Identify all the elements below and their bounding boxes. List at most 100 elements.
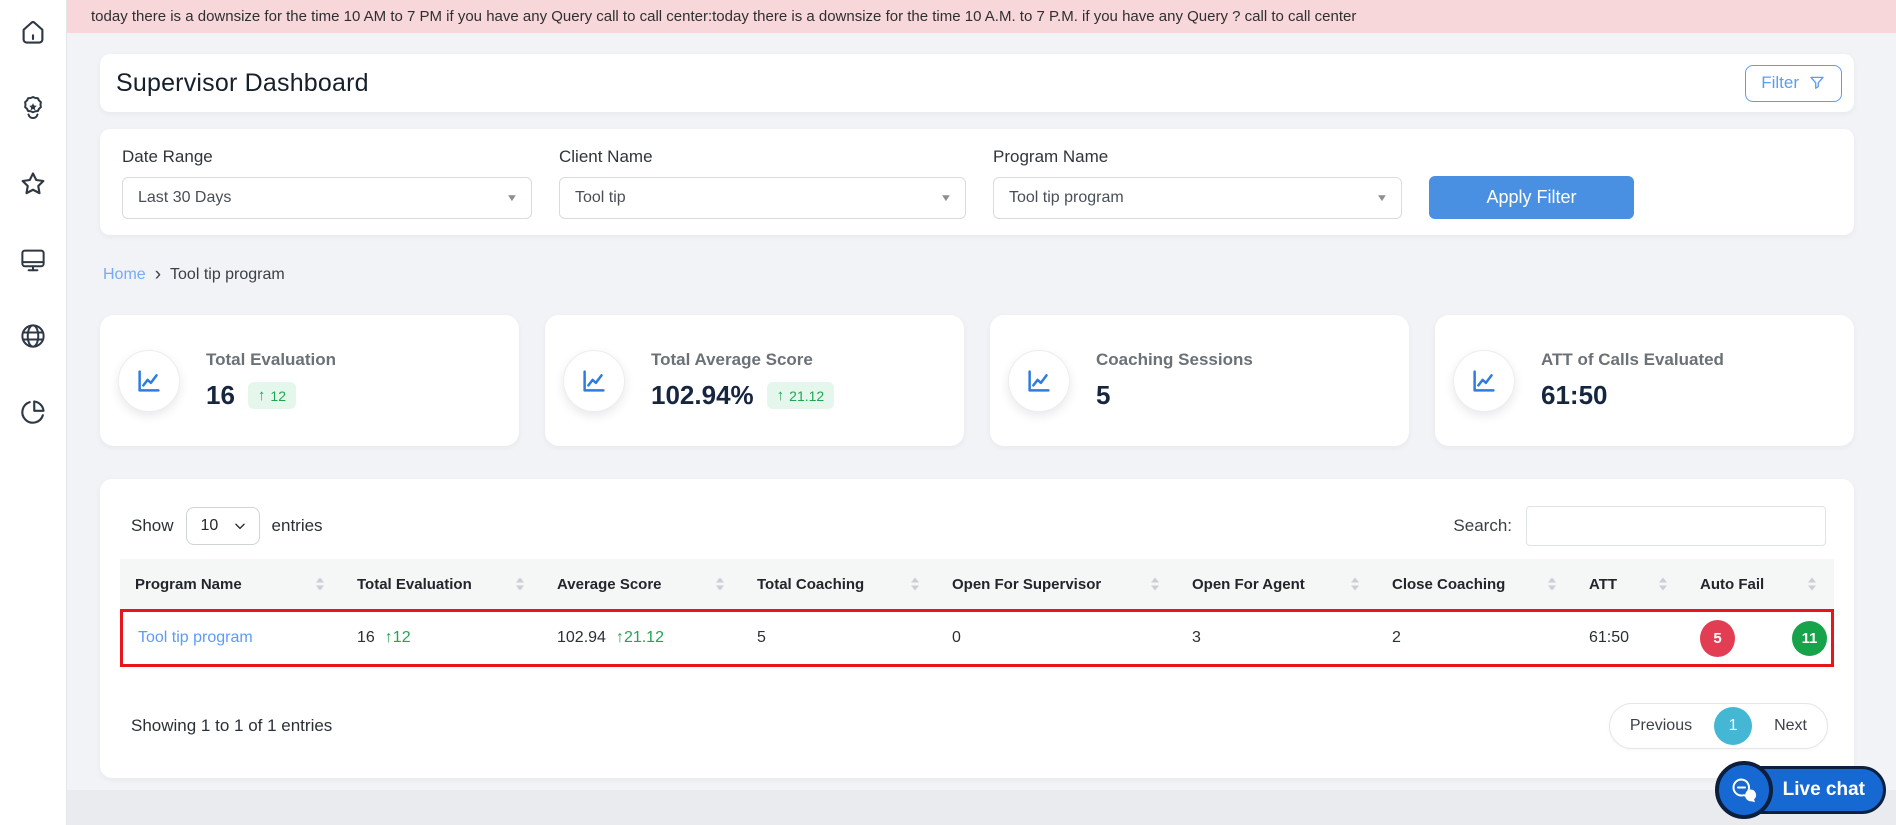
up-arrow-icon: ↑ bbox=[776, 387, 785, 404]
delta-value: 12 bbox=[392, 629, 411, 646]
app-root: today there is a downsize for the time 1… bbox=[0, 0, 1896, 825]
stat-body: Coaching Sessions 5 bbox=[1096, 350, 1253, 411]
delta-value: 21.12 bbox=[623, 629, 664, 646]
page-number-button[interactable]: 1 bbox=[1714, 707, 1753, 745]
column-header-total-evaluation[interactable]: Total Evaluation bbox=[342, 559, 542, 609]
star-icon bbox=[21, 172, 45, 195]
stat-label: Coaching Sessions bbox=[1096, 350, 1253, 369]
column-label: ATT bbox=[1589, 575, 1618, 593]
sort-icon bbox=[1659, 577, 1667, 591]
program-name-select[interactable]: Tool tip program ▼ bbox=[993, 177, 1402, 219]
column-label: Program Name bbox=[135, 575, 242, 593]
column-header-program-name[interactable]: Program Name bbox=[120, 559, 342, 609]
announcement-banner: today there is a downsize for the time 1… bbox=[67, 0, 1896, 33]
sidebar-item-reports[interactable] bbox=[17, 396, 49, 428]
breadcrumb-home-link[interactable]: Home bbox=[103, 266, 146, 284]
stat-body: Total Evaluation 16 ↑ 12 bbox=[206, 350, 336, 411]
stat-value: 61:50 bbox=[1541, 380, 1608, 410]
auto-pass-badge: 11 bbox=[1792, 620, 1827, 656]
chevron-down-icon: ▼ bbox=[939, 192, 953, 204]
programs-table: Program Name Total Evaluation Average Sc… bbox=[120, 559, 1834, 667]
delta-up: ↑21.12 bbox=[616, 629, 664, 646]
delta-badge: ↑ 12 bbox=[247, 382, 296, 409]
entries-summary: Showing 1 to 1 of 1 entries bbox=[131, 716, 333, 735]
delta-badge: ↑ 21.12 bbox=[766, 382, 835, 409]
home-icon bbox=[22, 21, 44, 44]
date-range-label: Date Range bbox=[122, 147, 213, 166]
column-label: Auto Fail bbox=[1700, 575, 1765, 593]
program-name-link[interactable]: Tool tip program bbox=[138, 629, 253, 646]
search-input[interactable] bbox=[1526, 506, 1826, 546]
stat-label: Total Average Score bbox=[651, 350, 813, 369]
att-value: 61:50 bbox=[1589, 629, 1630, 646]
stat-card-coaching-sessions: Coaching Sessions 5 bbox=[990, 315, 1409, 446]
line-chart-icon bbox=[118, 349, 180, 412]
table-header-row: Program Name Total Evaluation Average Sc… bbox=[120, 559, 1834, 609]
globe-icon bbox=[21, 324, 45, 348]
column-header-total-coaching[interactable]: Total Coaching bbox=[742, 559, 937, 609]
monitor-icon bbox=[21, 249, 45, 272]
main-area: today there is a downsize for the time 1… bbox=[67, 0, 1896, 790]
sort-icon bbox=[1808, 577, 1816, 591]
sort-icon bbox=[316, 577, 324, 591]
sidebar-item-home[interactable] bbox=[17, 16, 49, 48]
page-size-group: Show 10 entries bbox=[131, 507, 323, 545]
page-size-select[interactable]: 10 bbox=[185, 507, 260, 545]
column-label: Open For Supervisor bbox=[952, 575, 1102, 593]
breadcrumb: Home › Tool tip program bbox=[103, 265, 1854, 284]
column-header-average-score[interactable]: Average Score bbox=[542, 559, 742, 609]
apply-filter-button[interactable]: Apply Filter bbox=[1429, 176, 1634, 219]
page-header: Supervisor Dashboard Filter bbox=[100, 54, 1854, 112]
sort-icon bbox=[716, 577, 724, 591]
sort-icon bbox=[1151, 577, 1159, 591]
total-evaluation-value: 16 bbox=[357, 629, 375, 646]
date-range-select[interactable]: Last 30 Days ▼ bbox=[122, 177, 532, 219]
program-name-value: Tool tip program bbox=[1009, 189, 1124, 206]
next-page-button[interactable]: Next bbox=[1754, 717, 1827, 735]
sidebar-item-agent[interactable] bbox=[17, 92, 49, 124]
sidebar-item-monitor[interactable] bbox=[17, 244, 49, 276]
program-name-label: Program Name bbox=[993, 147, 1109, 166]
filter-button[interactable]: Filter bbox=[1745, 64, 1842, 102]
filter-panel: Date Range Last 30 Days ▼ Client Name To… bbox=[100, 129, 1854, 235]
live-chat-button[interactable]: Live chat bbox=[1714, 761, 1886, 819]
stat-body: Total Average Score 102.94% ↑ 21.12 bbox=[651, 350, 835, 411]
up-arrow-icon: ↑ bbox=[384, 629, 393, 646]
delta-value: 12 bbox=[270, 387, 286, 404]
page-size-value: 10 bbox=[200, 517, 219, 534]
stat-label: Total Evaluation bbox=[206, 350, 337, 369]
search-group: Search: bbox=[1453, 506, 1826, 546]
program-name-group: Program Name Tool tip program ▼ bbox=[993, 147, 1402, 219]
auto-fail-badge: 5 bbox=[1700, 619, 1735, 657]
table-panel: Show 10 entries Search: Program Name Tot… bbox=[100, 479, 1854, 778]
up-arrow-icon: ↑ bbox=[615, 629, 624, 646]
funnel-icon bbox=[1810, 76, 1824, 89]
column-header-att[interactable]: ATT bbox=[1574, 559, 1685, 609]
column-label: Close Coaching bbox=[1392, 575, 1506, 593]
column-header-auto-fail[interactable]: Auto Fail bbox=[1685, 559, 1834, 609]
column-label: Total Coaching bbox=[757, 575, 865, 593]
client-name-value: Tool tip bbox=[575, 189, 626, 206]
sidebar-item-favorites[interactable] bbox=[17, 168, 49, 200]
delta-up: ↑12 bbox=[385, 629, 411, 646]
previous-page-button[interactable]: Previous bbox=[1610, 717, 1712, 735]
column-header-open-for-supervisor[interactable]: Open For Supervisor bbox=[937, 559, 1177, 609]
delta-value: 21.12 bbox=[789, 387, 825, 404]
stat-body: ATT of Calls Evaluated 61:50 bbox=[1541, 350, 1724, 411]
stat-card-att-of-calls: ATT of Calls Evaluated 61:50 bbox=[1435, 315, 1854, 446]
column-header-open-for-agent[interactable]: Open For Agent bbox=[1177, 559, 1377, 609]
pagination: Previous 1 Next bbox=[1608, 703, 1828, 749]
client-name-select[interactable]: Tool tip ▼ bbox=[559, 177, 966, 219]
client-name-label: Client Name bbox=[559, 147, 653, 166]
sidebar-item-global[interactable] bbox=[17, 320, 49, 352]
total-coaching-value: 5 bbox=[757, 629, 766, 646]
column-header-close-coaching[interactable]: Close Coaching bbox=[1377, 559, 1574, 609]
filter-button-label: Filter bbox=[1761, 73, 1799, 92]
chevron-down-icon bbox=[234, 523, 245, 530]
close-coaching-value: 2 bbox=[1392, 629, 1401, 646]
stat-value: 5 bbox=[1096, 380, 1111, 410]
line-chart-icon bbox=[563, 349, 625, 412]
sort-icon bbox=[1351, 577, 1359, 591]
table-footer: Showing 1 to 1 of 1 entries Previous 1 N… bbox=[120, 703, 1834, 749]
stat-cards: Total Evaluation 16 ↑ 12 Total Average Sc… bbox=[100, 315, 1854, 446]
